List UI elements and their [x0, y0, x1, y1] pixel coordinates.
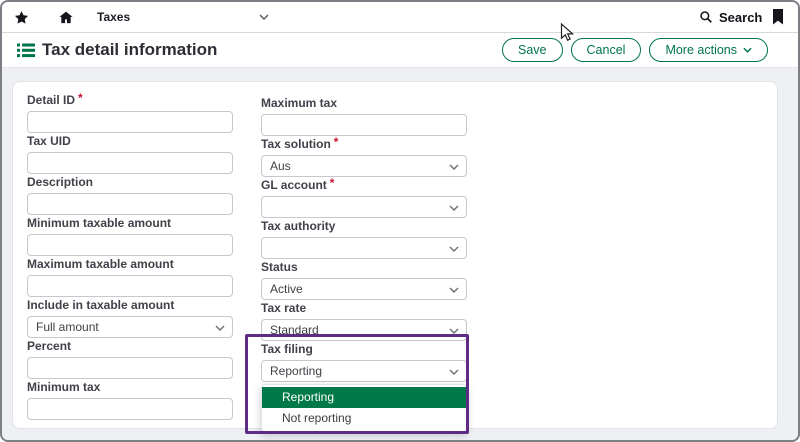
search-button[interactable]: Search [699, 2, 762, 32]
tax-rate-field: Tax rate Standard [261, 302, 467, 341]
required-asterisk: * [334, 135, 339, 149]
field-label: Include in taxable amount [27, 299, 233, 311]
home-icon [58, 10, 74, 25]
gl-account-field: GL account* [261, 179, 467, 218]
chevron-down-icon [215, 325, 225, 331]
minimum-tax-input[interactable] [27, 398, 233, 420]
search-icon [699, 10, 713, 24]
field-label: Minimum tax [27, 381, 233, 393]
module-dropdown-taxes[interactable]: Taxes [97, 2, 269, 32]
field-label: Tax UID [27, 135, 233, 147]
chevron-down-icon [449, 205, 459, 211]
field-label: Detail ID [27, 93, 75, 107]
detail-id-input[interactable] [27, 111, 233, 133]
gl-account-select[interactable] [261, 196, 467, 218]
top-navigation-bar: Taxes Search [2, 2, 798, 33]
field-label: Percent [27, 340, 233, 352]
chevron-down-icon [259, 14, 269, 20]
required-asterisk: * [78, 91, 83, 105]
description-input[interactable] [27, 193, 233, 215]
chevron-down-icon [449, 287, 459, 293]
save-button[interactable]: Save [502, 38, 563, 62]
dropdown-option-reporting[interactable]: Reporting [262, 387, 466, 408]
dropdown-option-not-reporting[interactable]: Not reporting [262, 408, 466, 429]
field-label: Status [261, 261, 467, 273]
module-dropdown-label: Taxes [97, 10, 130, 24]
favorites-button[interactable] [14, 2, 29, 32]
required-asterisk: * [330, 176, 335, 190]
minimum-taxable-amount-input[interactable] [27, 234, 233, 256]
cancel-button[interactable]: Cancel [571, 38, 642, 62]
tax-uid-field: Tax UID [27, 135, 233, 174]
field-label: Tax solution [261, 137, 331, 151]
more-actions-button[interactable]: More actions [649, 38, 768, 62]
tax-filing-field: Tax filing Reporting [261, 343, 467, 382]
field-label: Tax rate [261, 302, 467, 314]
status-select[interactable]: Active [261, 278, 467, 300]
chevron-down-icon [743, 47, 752, 53]
field-label: GL account [261, 178, 327, 192]
chevron-down-icon [449, 369, 459, 375]
tax-solution-field: Tax solution* Aus [261, 138, 467, 177]
maximum-taxable-amount-field: Maximum taxable amount [27, 258, 233, 297]
chevron-down-icon [449, 164, 459, 170]
include-in-taxable-amount-select[interactable]: Full amount [27, 316, 233, 338]
percent-input[interactable] [27, 357, 233, 379]
tax-uid-input[interactable] [27, 152, 233, 174]
minimum-taxable-amount-field: Minimum taxable amount [27, 217, 233, 256]
field-label: Tax filing [261, 343, 467, 355]
field-label: Minimum taxable amount [27, 217, 233, 229]
maximum-tax-input[interactable] [261, 114, 467, 136]
more-actions-label: More actions [665, 43, 737, 57]
search-label: Search [719, 10, 762, 25]
bookmark-button[interactable] [772, 2, 784, 32]
tax-rate-select[interactable]: Standard [261, 319, 467, 341]
field-label: Maximum taxable amount [27, 258, 233, 270]
tax-authority-field: Tax authority [261, 220, 467, 259]
page-header: Tax detail information Save Cancel More … [2, 33, 798, 68]
status-field: Status Active [261, 261, 467, 300]
percent-field: Percent [27, 340, 233, 379]
header-actions: Save Cancel More actions [502, 38, 768, 62]
tax-filing-dropdown-menu: Reporting Not reporting [261, 384, 467, 432]
maximum-taxable-amount-input[interactable] [27, 275, 233, 297]
detail-id-field: Detail ID* [27, 94, 233, 133]
include-in-taxable-amount-field: Include in taxable amount Full amount [27, 299, 233, 338]
app-window: Taxes Search Tax detail information Save… [0, 0, 800, 442]
star-icon [14, 10, 29, 25]
field-label: Maximum tax [261, 97, 467, 109]
chevron-down-icon [449, 328, 459, 334]
description-field: Description [27, 176, 233, 215]
field-label: Tax authority [261, 220, 467, 232]
chevron-down-icon [449, 246, 459, 252]
tax-solution-select[interactable]: Aus [261, 155, 467, 177]
form-card: Detail ID* Tax UID Description Minimum t… [12, 81, 778, 429]
field-label: Description [27, 176, 233, 188]
tax-filing-select[interactable]: Reporting [261, 360, 467, 382]
minimum-tax-field: Minimum tax [27, 381, 233, 420]
tax-authority-select[interactable] [261, 237, 467, 259]
list-icon [17, 43, 35, 58]
maximum-tax-field: Maximum tax [261, 97, 467, 136]
page-title: Tax detail information [42, 33, 217, 67]
home-button[interactable] [58, 2, 74, 32]
bookmark-icon [772, 9, 784, 25]
